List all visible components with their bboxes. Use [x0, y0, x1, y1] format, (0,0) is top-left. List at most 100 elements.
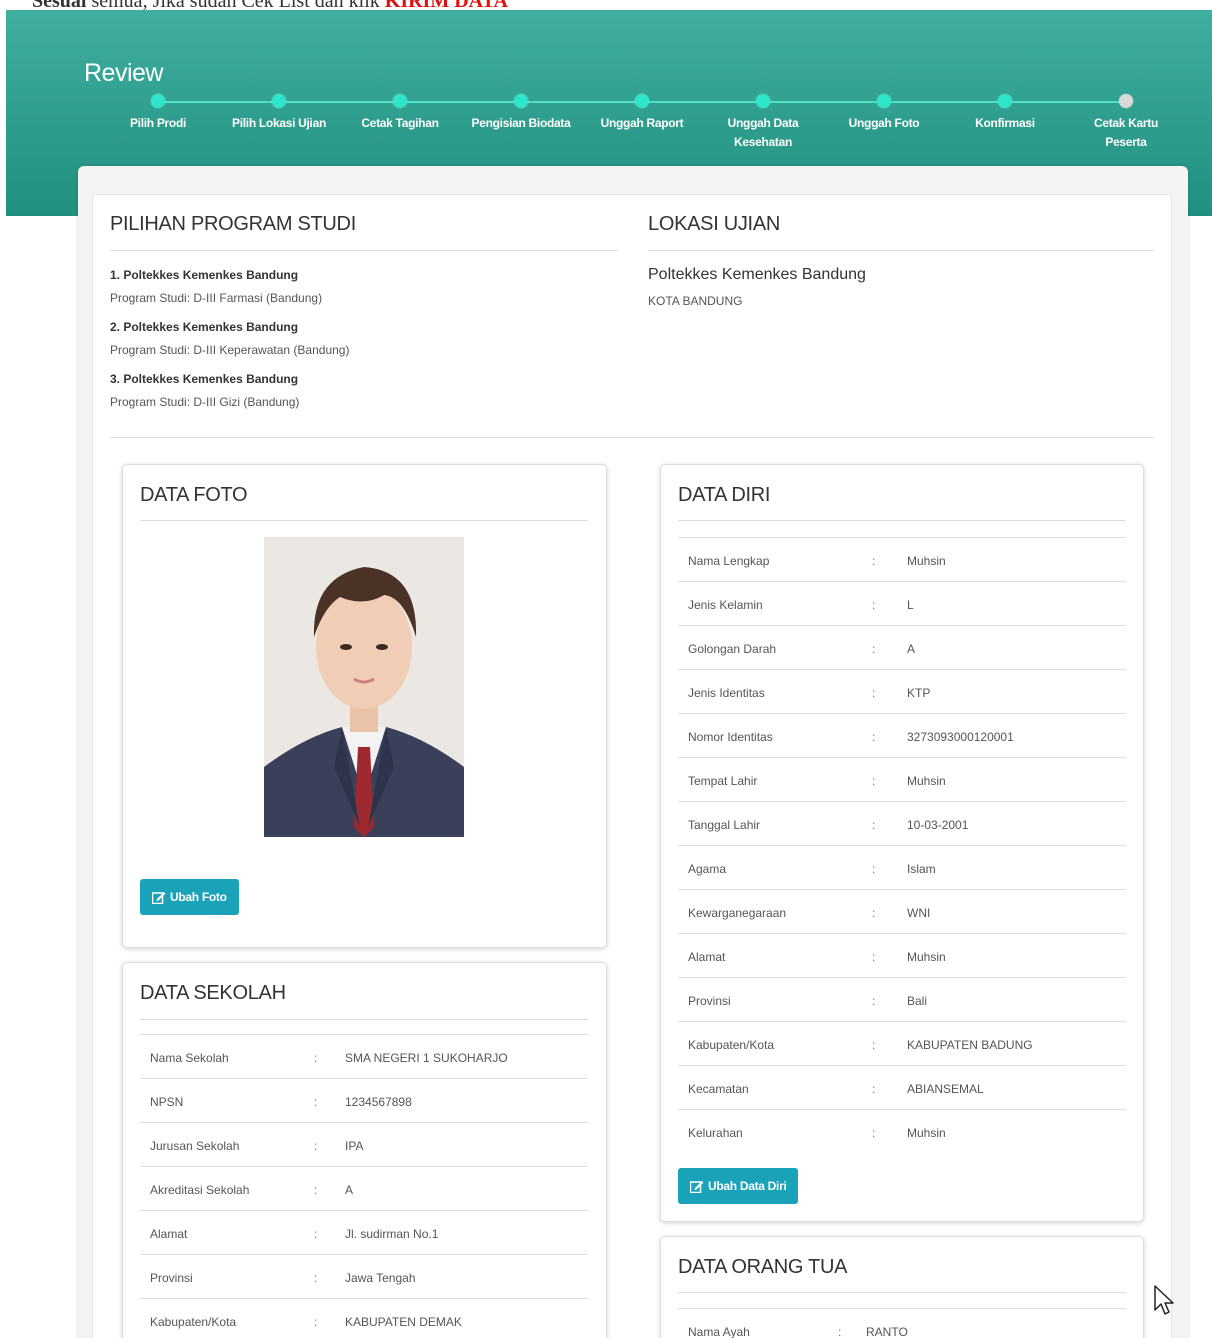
- row-value: WNI: [907, 906, 931, 920]
- row-value: Bali: [907, 994, 928, 1008]
- step-pengisian-biodata[interactable]: Pengisian Biodata: [466, 94, 576, 133]
- profile-photo: [264, 537, 464, 837]
- step-pilih-lokasi-ujian[interactable]: Pilih Lokasi Ujian: [224, 94, 334, 133]
- row-label: Nama Ayah: [688, 1325, 750, 1338]
- row-value: RANTO: [866, 1325, 908, 1338]
- data-diri-title: DATA DIRI: [678, 484, 771, 506]
- data-orang-tua-title: DATA ORANG TUA: [678, 1256, 848, 1278]
- row-separator: :: [872, 1082, 876, 1096]
- step-konfirmasi[interactable]: Konfirmasi: [950, 94, 1060, 133]
- table-row: Kabupaten/Kota: KABUPATEN BADUNG: [678, 1021, 1126, 1065]
- row-separator: :: [872, 994, 876, 1008]
- divider: [648, 250, 1154, 251]
- prodi-item-3-program: Program Studi: D-III Gizi (Bandung): [110, 395, 300, 409]
- row-separator: :: [838, 1325, 842, 1338]
- step-label: Pilih Lokasi Ujian: [232, 116, 326, 130]
- table-row: NPSN: 1234567898: [140, 1078, 588, 1122]
- data-sekolah-title: DATA SEKOLAH: [140, 982, 286, 1004]
- step-dot: [272, 94, 286, 108]
- row-separator: :: [872, 598, 876, 612]
- divider: [678, 1292, 1126, 1293]
- step-dot: [151, 94, 165, 108]
- table-row: Tanggal Lahir: 10-03-2001: [678, 801, 1126, 845]
- step-pilih-prodi[interactable]: Pilih Prodi: [103, 94, 213, 133]
- row-value: Jl. sudirman No.1: [345, 1227, 439, 1241]
- profile-photo-image: [264, 537, 464, 837]
- row-label: Alamat: [688, 950, 726, 964]
- table-row: Jenis Kelamin: L: [678, 581, 1126, 625]
- row-separator: :: [872, 862, 876, 876]
- row-separator: :: [872, 818, 876, 832]
- step-cetak-tagihan[interactable]: Cetak Tagihan: [345, 94, 455, 133]
- table-row: Kabupaten/Kota: KABUPATEN DEMAK: [140, 1298, 588, 1338]
- step-label: Cetak Tagihan: [361, 116, 439, 130]
- step-unggah-raport[interactable]: Unggah Raport: [587, 94, 697, 133]
- table-row: Alamat: Jl. sudirman No.1: [140, 1210, 588, 1254]
- divider: [678, 520, 1126, 521]
- row-value: 3273093000120001: [907, 730, 1014, 744]
- table-row: Golongan Darah: A: [678, 625, 1126, 669]
- row-label: Kewarganegaraan: [688, 906, 787, 920]
- row-label: NPSN: [150, 1095, 184, 1109]
- row-label: Kabupaten/Kota: [150, 1315, 237, 1329]
- step-dot: [998, 94, 1012, 108]
- step-cetak-kartu-peserta[interactable]: Cetak Kartu Peserta: [1071, 94, 1181, 152]
- row-label: Agama: [688, 862, 727, 876]
- row-value: 1234567898: [345, 1095, 412, 1109]
- divider: [140, 1019, 588, 1020]
- step-label: Unggah Data Kesehatan: [727, 116, 799, 149]
- table-row: Kewarganegaraan: WNI: [678, 889, 1126, 933]
- table-row: Nomor Identitas: 3273093000120001: [678, 713, 1126, 757]
- row-value: KTP: [907, 686, 931, 700]
- step-unggah-foto[interactable]: Unggah Foto: [829, 94, 939, 133]
- row-value: KABUPATEN DEMAK: [345, 1315, 462, 1329]
- row-value: L: [907, 598, 914, 612]
- row-value: Muhsin: [907, 554, 946, 568]
- row-separator: :: [872, 642, 876, 656]
- row-value: Jawa Tengah: [345, 1271, 416, 1285]
- table-row: Akreditasi Sekolah: A: [140, 1166, 588, 1210]
- table-row: Provinsi: Jawa Tengah: [140, 1254, 588, 1298]
- prodi-item-3-name: 3. Poltekkes Kemenkes Bandung: [110, 372, 299, 386]
- row-separator: :: [314, 1095, 318, 1109]
- step-dot: [877, 94, 891, 108]
- step-label: Unggah Raport: [600, 116, 684, 130]
- progress-stepper: Pilih Prodi Pilih Lokasi Ujian Cetak Tag…: [0, 94, 1212, 154]
- row-value: Islam: [907, 862, 936, 876]
- row-separator: :: [872, 554, 876, 568]
- table-row: Kecamatan: ABIANSEMAL: [678, 1065, 1126, 1109]
- table-row: Kelurahan: Muhsin: [678, 1109, 1126, 1153]
- row-separator: :: [872, 1126, 876, 1140]
- prodi-title: PILIHAN PROGRAM STUDI: [110, 213, 356, 235]
- step-label: Pilih Prodi: [129, 116, 187, 130]
- row-label: Nama Lengkap: [688, 554, 770, 568]
- row-value: Muhsin: [907, 950, 946, 964]
- row-value: SMA NEGERI 1 SUKOHARJO: [345, 1051, 508, 1065]
- prodi-item-2-program: Program Studi: D-III Keperawatan (Bandun…: [110, 343, 350, 357]
- row-label: Kelurahan: [688, 1126, 743, 1140]
- page-title: Review: [84, 59, 163, 87]
- row-label: Jurusan Sekolah: [150, 1139, 240, 1153]
- prodi-item-2-name: 2. Poltekkes Kemenkes Bandung: [110, 320, 299, 334]
- row-label: Alamat: [150, 1227, 188, 1241]
- row-label: Nomor Identitas: [688, 730, 773, 744]
- row-separator: :: [314, 1271, 318, 1285]
- row-value: KABUPATEN BADUNG: [907, 1038, 1033, 1052]
- row-value: A: [345, 1183, 354, 1197]
- row-separator: :: [314, 1227, 318, 1241]
- row-separator: :: [314, 1315, 318, 1329]
- lokasi-city: KOTA BANDUNG: [648, 294, 743, 308]
- row-separator: :: [872, 686, 876, 700]
- row-label: Tanggal Lahir: [688, 818, 761, 832]
- table-row: Nama Lengkap: Muhsin: [678, 537, 1126, 581]
- table-row: Nama Sekolah: SMA NEGERI 1 SUKOHARJO: [140, 1034, 588, 1078]
- table-row: Tempat Lahir: Muhsin: [678, 757, 1126, 801]
- step-unggah-data-kesehatan[interactable]: Unggah Data Kesehatan: [708, 94, 818, 152]
- step-dot: [393, 94, 407, 108]
- ubah-data-diri-button[interactable]: Ubah Data Diri: [678, 1168, 799, 1204]
- row-value: Muhsin: [907, 1126, 946, 1140]
- row-label: Provinsi: [150, 1271, 193, 1285]
- section-divider: [110, 437, 1154, 438]
- row-value: A: [907, 642, 916, 656]
- ubah-foto-button[interactable]: Ubah Foto: [140, 879, 239, 915]
